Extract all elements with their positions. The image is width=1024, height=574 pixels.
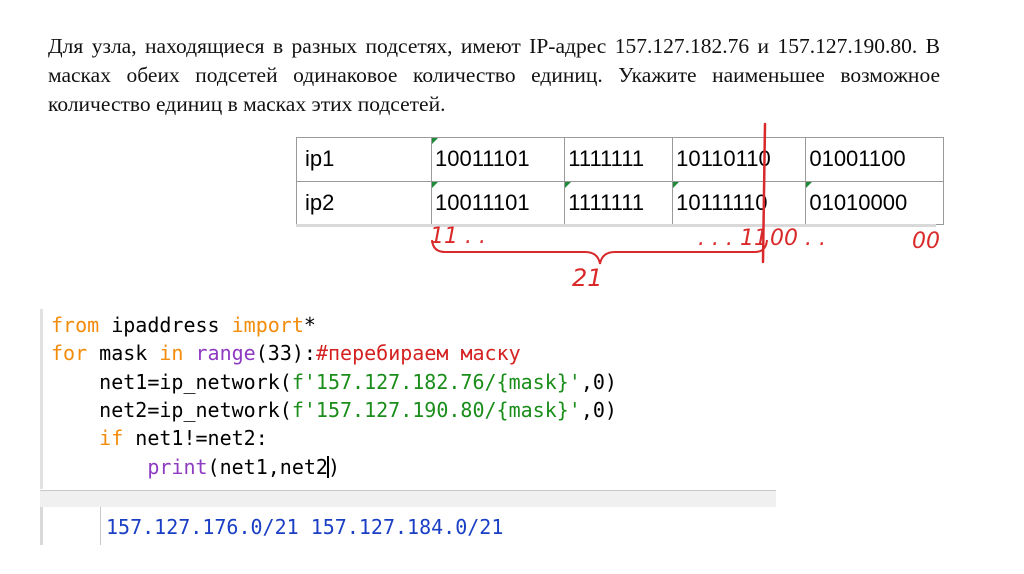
row-label: ip1: [296, 137, 432, 182]
zeros-note: 00 . .: [770, 226, 826, 251]
octet-cell: 01010000: [805, 180, 944, 225]
table-shadow: [296, 224, 936, 227]
code-line-1: from ipaddress import*: [51, 313, 316, 337]
zeros-end-note: 00: [912, 229, 940, 254]
code-line-3: net1=ip_network(f'157.127.182.76/{mask}'…: [99, 370, 617, 394]
octet-cell: 1111111: [564, 180, 674, 225]
task-text: Для узла, находящиеся в разных подсетях,…: [48, 34, 940, 116]
row-label: ip2: [296, 180, 432, 225]
octet-cell: 10011101: [430, 180, 566, 225]
octet-cell: 10111110: [672, 180, 807, 225]
ones-left-note: 11 . .: [430, 224, 486, 249]
binary-table: ip1 10011101 1111111 10110110 01001100 i…: [296, 137, 944, 225]
table-row-ip1: ip1 10011101 1111111 10110110 01001100: [296, 137, 944, 182]
octet-cell: 10011101: [430, 137, 566, 182]
shell-output-text: 157.127.176.0/21 157.127.184.0/21: [106, 515, 504, 539]
ones-mid-note: . . . 11: [698, 226, 768, 251]
octet-cell: 1111111: [564, 137, 674, 182]
octet-cell: 10110110: [672, 137, 807, 182]
pane-divider[interactable]: [40, 490, 776, 508]
code-line-5: if net1!=net2:: [99, 426, 268, 450]
brace: [431, 239, 768, 265]
shell-gutter: [40, 507, 43, 545]
code-line-4: net2=ip_network(f'157.127.190.80/{mask}'…: [99, 398, 617, 422]
code-line-2: for mask in range(33):#перебираем маску: [51, 341, 521, 365]
table-row-ip2: ip2 10011101 1111111 10111110 01010000: [296, 180, 944, 225]
ones-count-note: 21: [572, 264, 603, 292]
shell-separator: [100, 507, 101, 545]
code-editor[interactable]: from ipaddress import* for mask in range…: [40, 309, 779, 489]
code-line-6: print(net1,net2): [147, 455, 341, 479]
octet-cell: 01001100: [805, 137, 944, 182]
